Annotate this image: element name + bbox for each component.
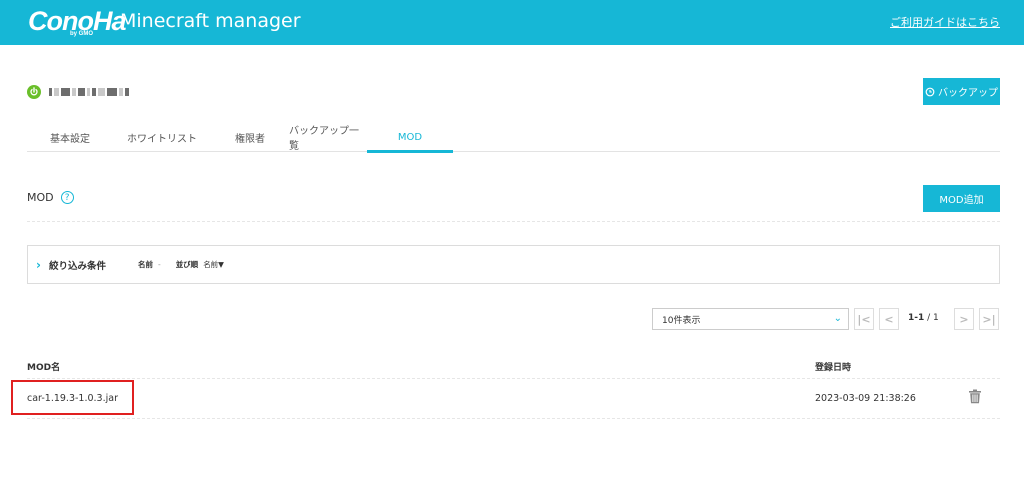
server-row (27, 84, 129, 100)
page-total: / 1 (927, 313, 939, 323)
highlight-box (11, 380, 134, 415)
column-header-registered-at: 登録日時 (815, 363, 852, 373)
chevron-right-icon[interactable]: › (36, 258, 41, 272)
divider (27, 418, 1000, 419)
conoha-logo[interactable]: ConoHa by GMO (28, 6, 126, 40)
column-header-mod-name: MOD名 (27, 363, 61, 373)
backup-icon (925, 87, 935, 96)
guide-link[interactable]: ご利用ガイドはこちら (890, 14, 1000, 30)
top-header: ConoHa by GMO Minecraft manager ご利用ガイドはこ… (0, 0, 1024, 45)
tab-backup-list[interactable]: バックアップ一覧 (289, 122, 367, 152)
per-page-value: 10件表示 (662, 315, 701, 326)
app-title: Minecraft manager (120, 10, 301, 32)
backup-button[interactable]: バックアップ (923, 78, 1000, 105)
tab-mod[interactable]: MOD (367, 122, 453, 153)
divider (27, 378, 1000, 379)
chevron-down-icon: ⌄ (833, 313, 842, 324)
backup-button-label: バックアップ (938, 88, 998, 99)
tab-whitelist[interactable]: ホワイトリスト (113, 122, 211, 152)
filter-panel[interactable]: › 絞り込み条件 名前 - 並び順 名前▼ (27, 245, 1000, 284)
last-page-button[interactable]: >| (979, 308, 999, 330)
help-icon[interactable]: ? (60, 191, 74, 204)
tab-basic-settings[interactable]: 基本設定 (27, 122, 113, 152)
filter-title[interactable]: 絞り込み条件 (49, 258, 106, 272)
filter-name-value: - (157, 260, 161, 269)
filter-name-label: 名前 (137, 260, 153, 269)
filter-sort-label: 並び順 (175, 260, 199, 269)
registered-at-cell: 2023-03-09 21:38:26 (815, 393, 916, 404)
trash-icon[interactable] (968, 389, 982, 404)
tab-operators[interactable]: 権限者 (211, 122, 289, 152)
logo-sub: by GMO (70, 31, 94, 37)
page-current: 1-1 (908, 313, 925, 323)
server-name-redacted (49, 88, 129, 96)
divider (27, 221, 1000, 222)
prev-page-button[interactable]: < (879, 308, 899, 330)
power-status-icon (27, 85, 41, 99)
first-page-button[interactable]: |< (854, 308, 874, 330)
per-page-select[interactable]: 10件表示 ⌄ (652, 308, 849, 330)
add-mod-button[interactable]: MOD追加 (923, 185, 1000, 212)
section-title: MOD ? (27, 191, 74, 204)
section-title-text: MOD (27, 191, 54, 204)
next-page-button[interactable]: > (954, 308, 974, 330)
filter-sort-value: 名前▼ (203, 260, 224, 269)
tab-bar: 基本設定 ホワイトリスト 権限者 バックアップ一覧 MOD (27, 122, 1000, 153)
page-info: 1-1 / 1 (908, 313, 939, 323)
